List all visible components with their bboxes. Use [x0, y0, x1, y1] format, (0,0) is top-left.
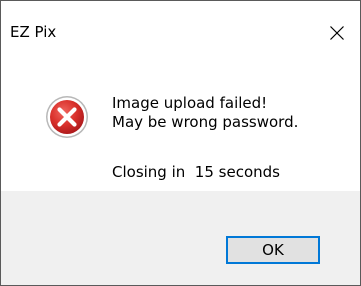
countdown-text: Closing in 15 seconds — [112, 163, 280, 181]
dialog-content: Image upload failed! May be wrong passwo… — [1, 50, 360, 191]
title-bar: EZ Pix — [1, 1, 360, 41]
message-line-2: May be wrong password. — [112, 113, 299, 131]
error-icon — [45, 95, 89, 139]
button-bar: OK — [1, 191, 360, 285]
message-line-1: Image upload failed! — [112, 94, 268, 112]
ok-button[interactable]: OK — [226, 236, 320, 264]
window-title: EZ Pix — [10, 23, 57, 41]
message-dialog: EZ Pix Image upload failed! May be wrong… — [0, 0, 361, 286]
close-button[interactable] — [314, 18, 360, 48]
ok-button-label: OK — [262, 241, 284, 259]
close-icon — [329, 25, 345, 41]
